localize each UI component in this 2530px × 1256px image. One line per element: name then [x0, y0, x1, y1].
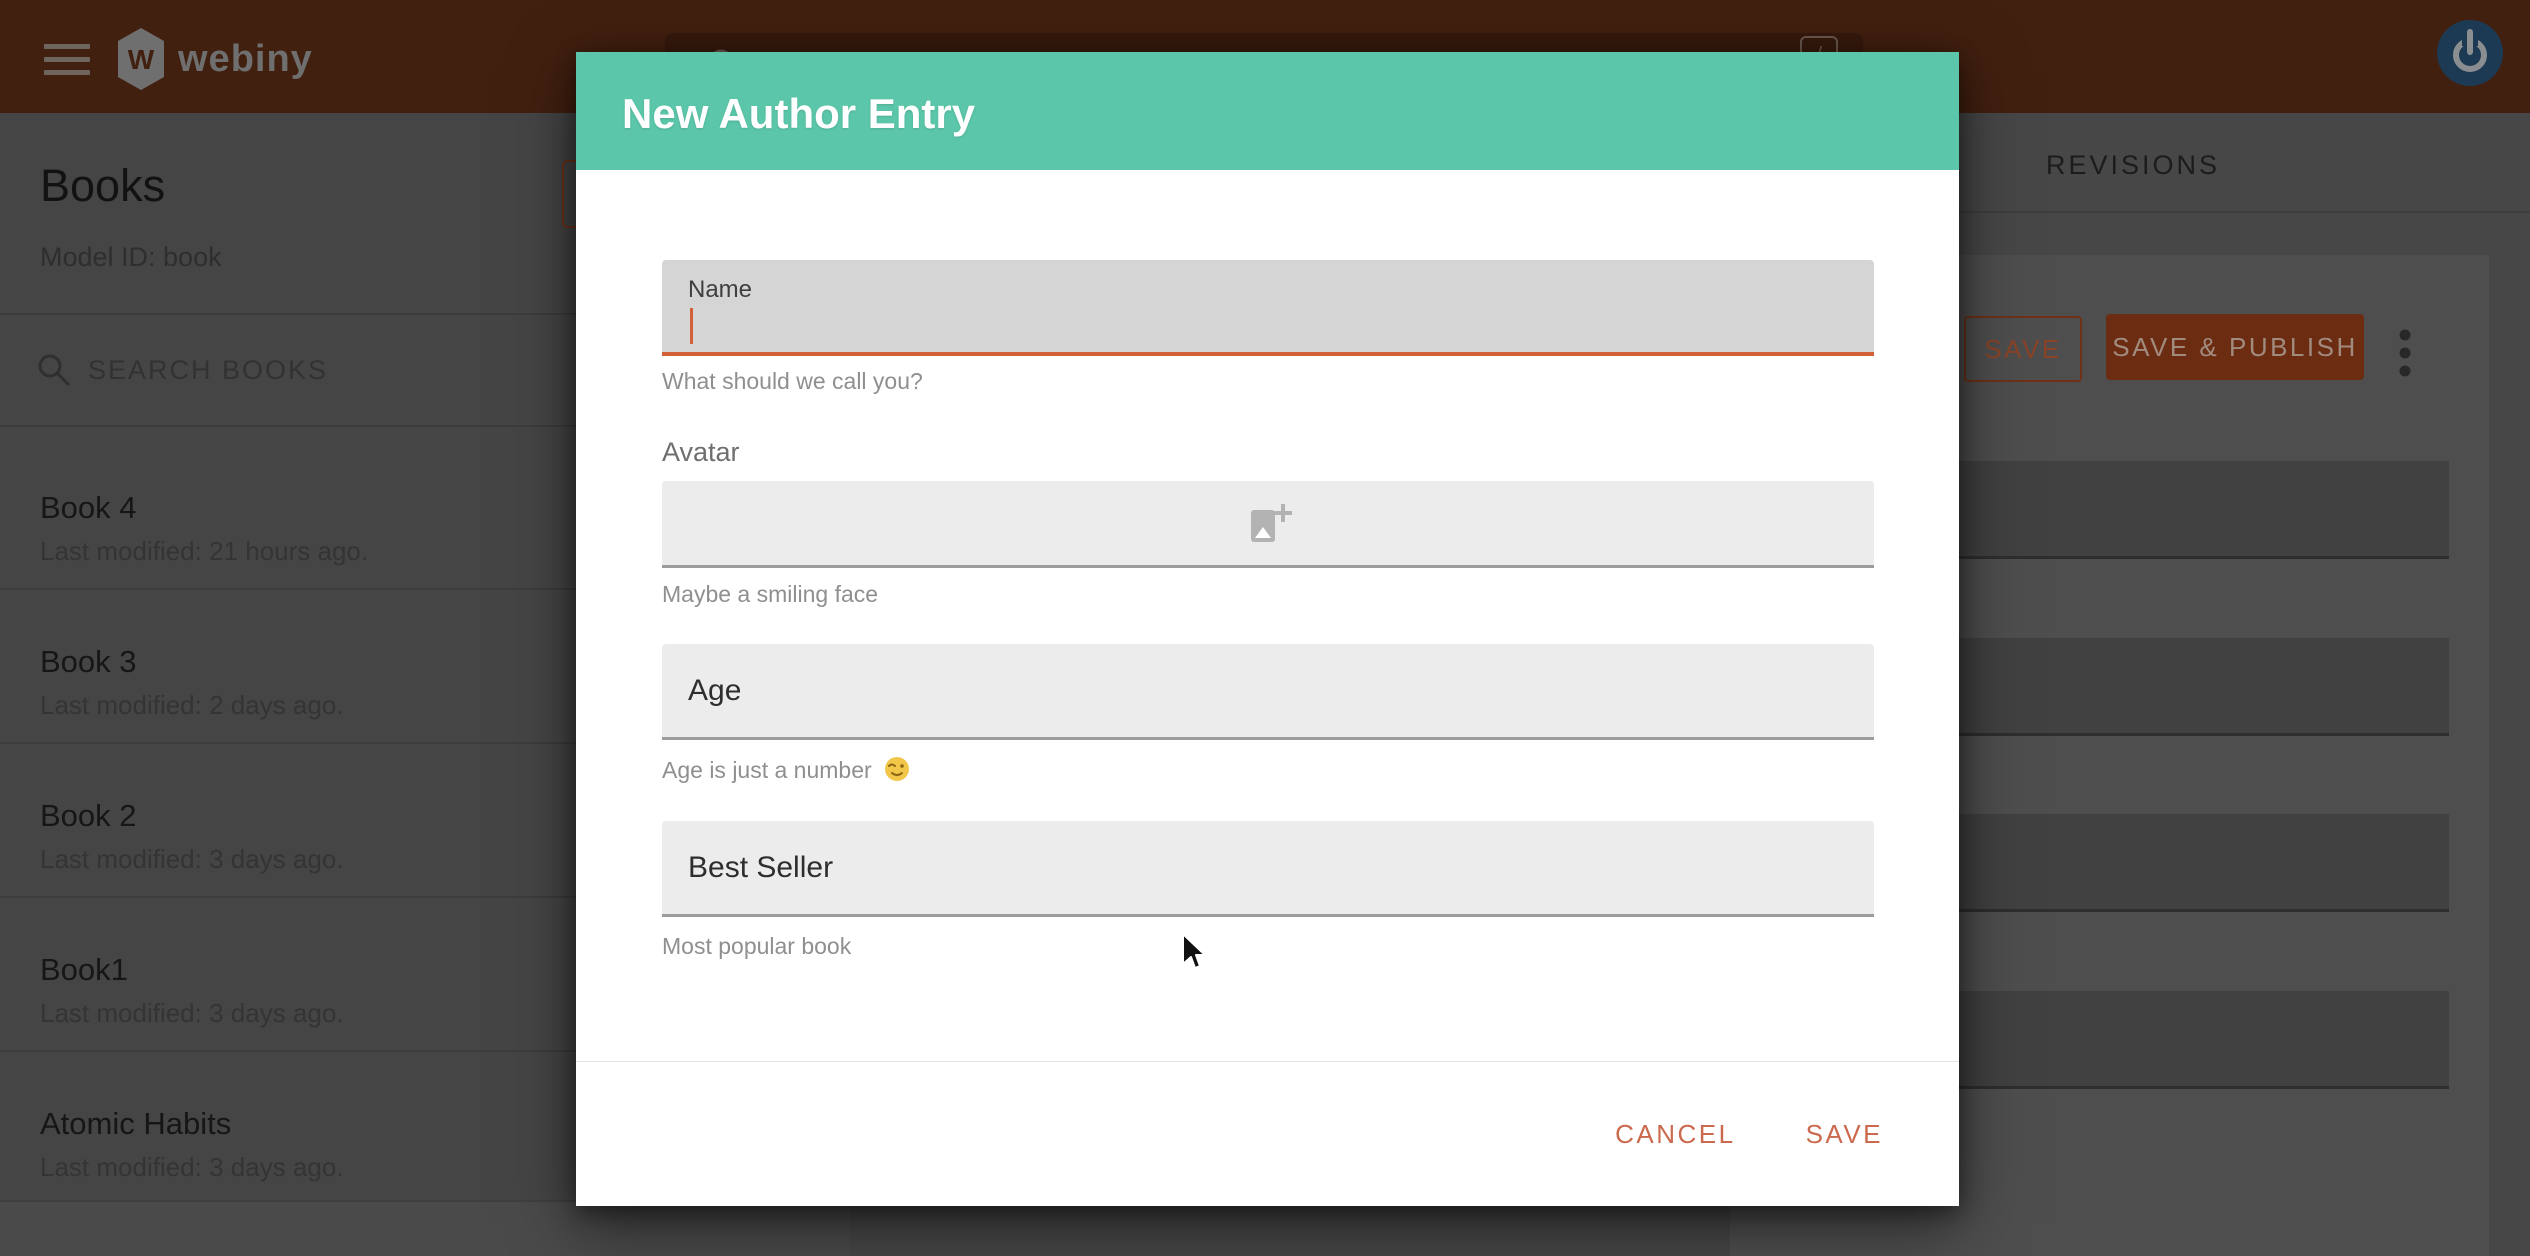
- dialog-title: New Author Entry: [622, 90, 975, 138]
- age-field-label: Age: [688, 644, 741, 737]
- wink-emoji: [884, 756, 910, 782]
- app-root: W webiny Search... / Books Model ID: boo…: [0, 0, 2530, 1256]
- save-button[interactable]: SAVE: [1800, 1109, 1889, 1160]
- age-helper-text: Age is just a number: [662, 756, 910, 784]
- name-helper-text: What should we call you?: [662, 368, 923, 395]
- name-field-label: Name: [688, 276, 752, 304]
- new-author-entry-dialog: New Author Entry Name What should we cal…: [576, 52, 1959, 1206]
- best-seller-field[interactable]: Best Seller: [662, 821, 1874, 917]
- name-field[interactable]: Name: [662, 260, 1874, 356]
- add-image-icon: [1243, 500, 1293, 546]
- avatar-field-label: Avatar: [662, 437, 740, 468]
- age-field[interactable]: Age: [662, 644, 1874, 740]
- cancel-button[interactable]: CANCEL: [1609, 1109, 1741, 1160]
- age-helper-label: Age is just a number: [662, 757, 872, 783]
- avatar-upload-field[interactable]: [662, 481, 1874, 568]
- best-seller-helper-text: Most popular book: [662, 933, 851, 960]
- text-cursor: [690, 308, 693, 344]
- dialog-header: New Author Entry: [576, 52, 1959, 170]
- dialog-footer: CANCEL SAVE: [576, 1061, 1959, 1206]
- best-seller-field-label: Best Seller: [688, 821, 833, 914]
- mouse-cursor-icon: [1180, 932, 1212, 976]
- avatar-helper-text: Maybe a smiling face: [662, 581, 878, 608]
